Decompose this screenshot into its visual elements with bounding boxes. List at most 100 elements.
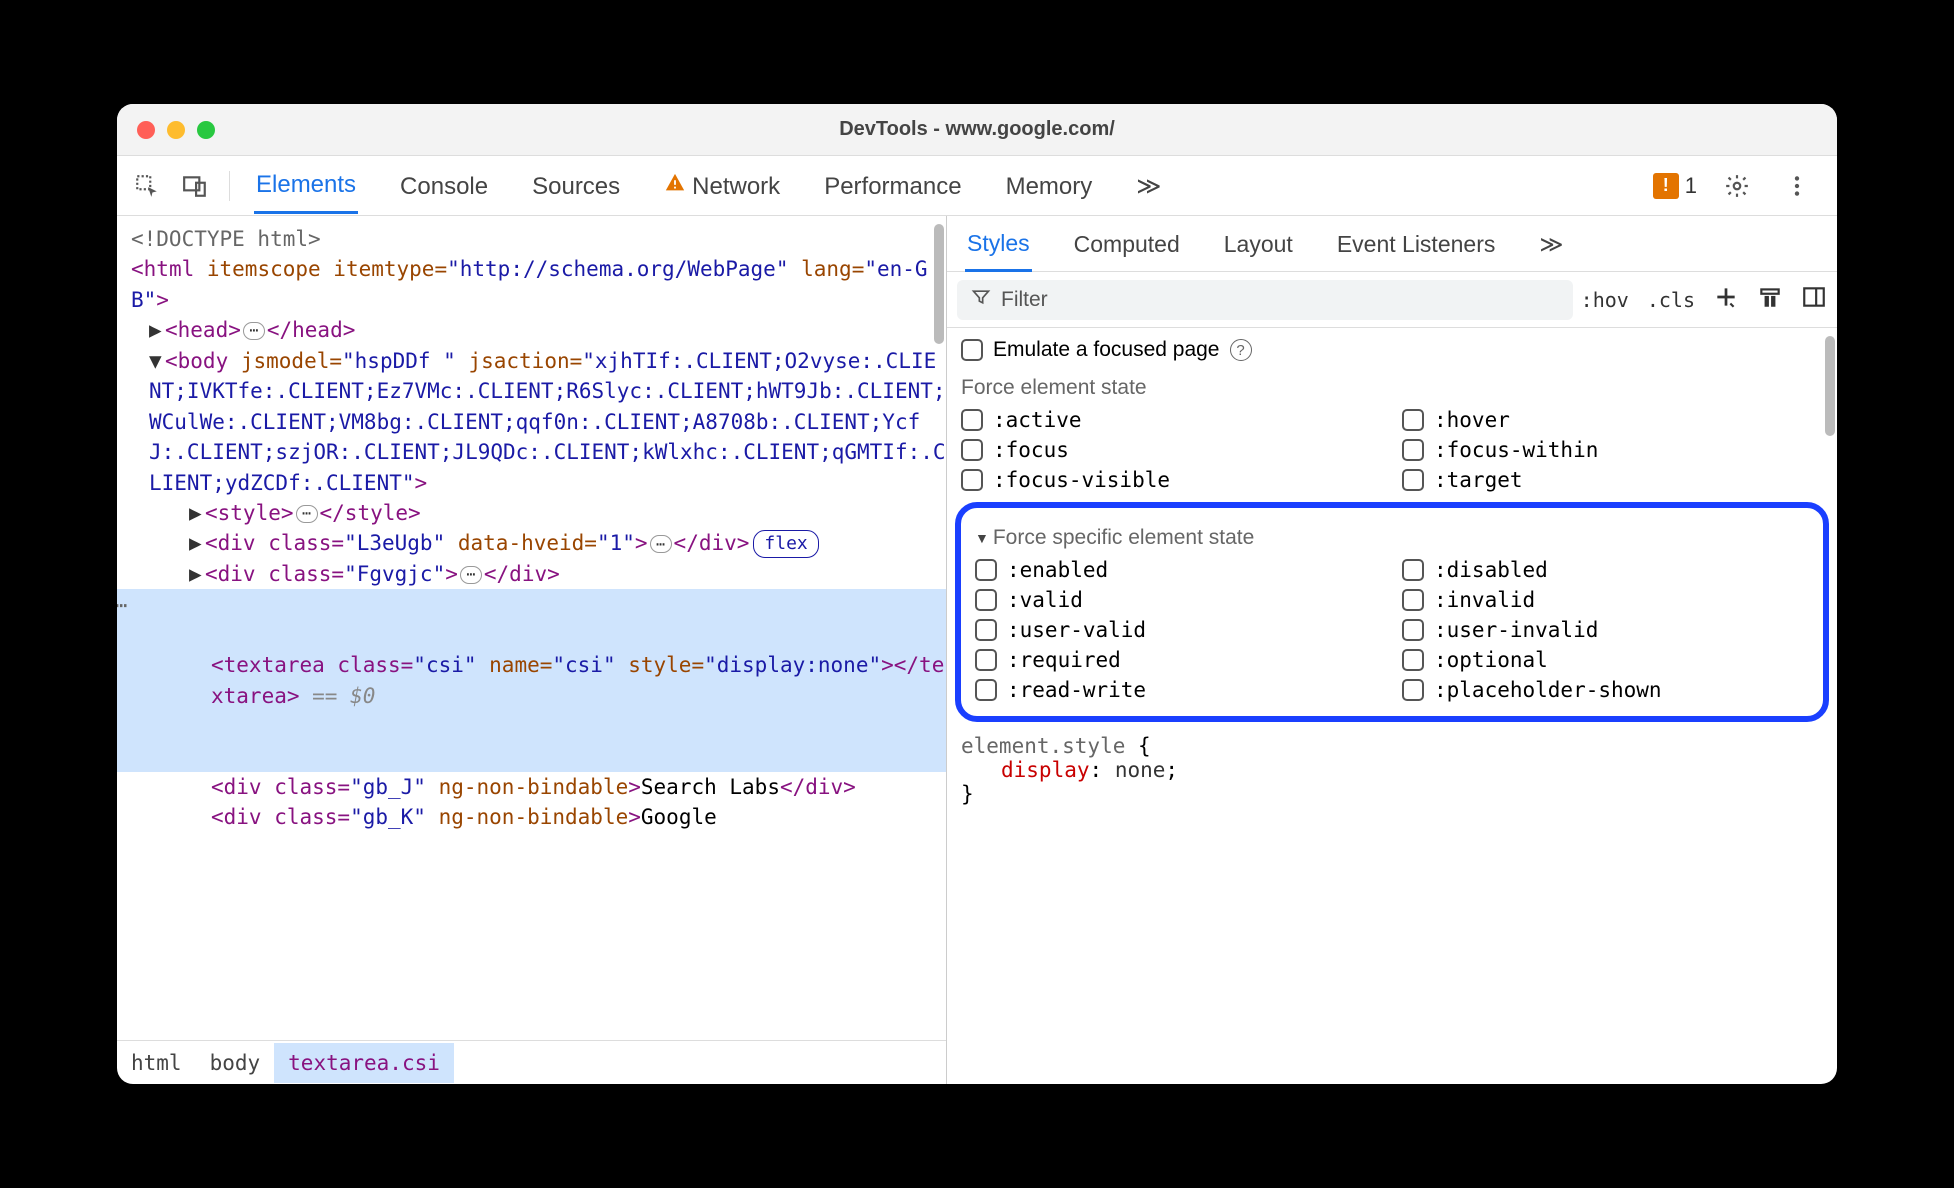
checkbox[interactable] — [975, 559, 997, 581]
zoom-window-button[interactable] — [197, 121, 215, 139]
state-hover[interactable]: :hover — [1402, 408, 1823, 432]
dom-node[interactable]: <!DOCTYPE html> — [131, 224, 946, 254]
state-invalid[interactable]: :invalid — [1402, 588, 1809, 612]
dom-tree[interactable]: <!DOCTYPE html> <html itemscope itemtype… — [117, 216, 946, 1040]
ellipsis-badge[interactable]: ⋯ — [650, 535, 672, 553]
force-state-grid: :active :hover :focus :focus-within :foc… — [961, 408, 1823, 492]
force-state-header: Force element state — [961, 376, 1823, 400]
styles-panel: Styles Computed Layout Event Listeners ≫… — [947, 216, 1837, 1084]
dom-node[interactable]: <div class="gb_J" ng-non-bindable>Search… — [131, 772, 946, 802]
checkbox[interactable] — [975, 679, 997, 701]
styles-body: Emulate a focused page ? Force element s… — [947, 328, 1837, 1084]
breadcrumb-item[interactable]: body — [196, 1043, 275, 1083]
breadcrumb-item[interactable]: html — [117, 1043, 196, 1083]
flex-badge[interactable]: flex — [753, 530, 818, 558]
warning-icon — [664, 172, 686, 201]
checkbox[interactable] — [1402, 469, 1424, 491]
dom-node-selected[interactable]: <textarea class="csi" name="csi" style="… — [117, 589, 946, 772]
checkbox[interactable] — [1402, 439, 1424, 461]
cls-button[interactable]: .cls — [1647, 288, 1695, 312]
tab-event-listeners[interactable]: Event Listeners — [1335, 217, 1498, 270]
state-focus-visible[interactable]: :focus-visible — [961, 468, 1382, 492]
state-user-invalid[interactable]: :user-invalid — [1402, 618, 1809, 642]
specific-state-grid: :enabled :disabled :valid :invalid :user… — [975, 558, 1809, 702]
close-window-button[interactable] — [137, 121, 155, 139]
hov-button[interactable]: :hov — [1581, 288, 1629, 312]
dom-node[interactable]: <div class="gb_K" ng-non-bindable>Google — [131, 802, 946, 832]
filter-input[interactable]: Filter — [957, 280, 1573, 320]
minimize-window-button[interactable] — [167, 121, 185, 139]
help-icon[interactable]: ? — [1230, 339, 1252, 361]
checkbox[interactable] — [975, 589, 997, 611]
styles-tabs: Styles Computed Layout Event Listeners ≫ — [947, 216, 1837, 272]
checkbox[interactable] — [961, 409, 983, 431]
state-focus[interactable]: :focus — [961, 438, 1382, 462]
checkbox[interactable] — [975, 619, 997, 641]
checkbox[interactable] — [961, 469, 983, 491]
state-active[interactable]: :active — [961, 408, 1382, 432]
kebab-menu-icon[interactable] — [1777, 166, 1817, 206]
tab-network[interactable]: Network — [662, 157, 782, 214]
toggle-sidebar-icon[interactable] — [1801, 284, 1827, 315]
tab-elements[interactable]: Elements — [254, 157, 358, 214]
state-target[interactable]: :target — [1402, 468, 1823, 492]
computed-styles-icon[interactable] — [1757, 284, 1783, 315]
tab-performance[interactable]: Performance — [822, 157, 963, 214]
checkbox[interactable] — [1402, 559, 1424, 581]
tab-layout[interactable]: Layout — [1222, 217, 1295, 270]
device-toolbar-icon[interactable] — [175, 166, 215, 206]
dom-node[interactable]: ▶<style>⋯</style> — [131, 498, 946, 528]
style-rule[interactable]: element.style { display: none; } — [961, 734, 1823, 806]
breadcrumb: html body textarea.csi — [117, 1040, 946, 1084]
checkbox[interactable] — [1402, 649, 1424, 671]
more-tabs[interactable]: ≫ — [1537, 217, 1565, 270]
new-style-rule-icon[interactable] — [1713, 284, 1739, 315]
ellipsis-badge[interactable]: ⋯ — [460, 566, 482, 584]
checkbox[interactable] — [961, 439, 983, 461]
state-read-write[interactable]: :read-write — [975, 678, 1382, 702]
devtools-window: DevTools - www.google.com/ Elements Cons… — [117, 104, 1837, 1084]
filter-actions: :hov .cls — [1581, 284, 1827, 315]
ellipsis-badge[interactable]: ⋯ — [243, 322, 265, 340]
checkbox[interactable] — [975, 649, 997, 671]
state-optional[interactable]: :optional — [1402, 648, 1809, 672]
tab-styles[interactable]: Styles — [965, 216, 1032, 272]
state-placeholder-shown[interactable]: :placeholder-shown — [1402, 678, 1809, 702]
state-disabled[interactable]: :disabled — [1402, 558, 1809, 582]
dom-node[interactable]: ▶<div class="L3eUgb" data-hveid="1">⋯</d… — [131, 528, 946, 558]
issue-badge-icon: ! — [1653, 173, 1679, 199]
dom-node[interactable]: ▼<body jsmodel="hspDDf " jsaction="xjhTI… — [131, 346, 946, 498]
state-required[interactable]: :required — [975, 648, 1382, 672]
tab-sources[interactable]: Sources — [530, 157, 622, 214]
triangle-down-icon: ▼ — [975, 530, 989, 546]
ellipsis-badge[interactable]: ⋯ — [296, 505, 318, 523]
specific-state-header[interactable]: ▼Force specific element state — [975, 526, 1809, 550]
dom-node[interactable]: ▶<div class="Fgvgjc">⋯</div> — [131, 559, 946, 589]
issues-button[interactable]: ! 1 — [1653, 173, 1697, 199]
state-enabled[interactable]: :enabled — [975, 558, 1382, 582]
checkbox[interactable] — [1402, 409, 1424, 431]
content-area: <!DOCTYPE html> <html itemscope itemtype… — [117, 216, 1837, 1084]
breadcrumb-item[interactable]: textarea.csi — [274, 1043, 454, 1083]
filter-bar: Filter :hov .cls — [947, 272, 1837, 328]
state-valid[interactable]: :valid — [975, 588, 1382, 612]
state-focus-within[interactable]: :focus-within — [1402, 438, 1823, 462]
dom-node[interactable]: ▶<head>⋯</head> — [131, 315, 946, 345]
inspect-element-icon[interactable] — [127, 166, 167, 206]
filter-icon — [971, 287, 991, 313]
checkbox[interactable] — [1402, 679, 1424, 701]
dom-node[interactable]: <html itemscope itemtype="http://schema.… — [131, 254, 946, 315]
window-title: DevTools - www.google.com/ — [117, 118, 1837, 141]
main-tabs: Elements Console Sources Network Perform… — [244, 157, 1645, 214]
tab-console[interactable]: Console — [398, 157, 490, 214]
checkbox[interactable] — [1402, 619, 1424, 641]
highlighted-section: ▼Force specific element state :enabled :… — [955, 502, 1829, 722]
tab-memory[interactable]: Memory — [1004, 157, 1095, 214]
state-user-valid[interactable]: :user-valid — [975, 618, 1382, 642]
settings-icon[interactable] — [1717, 166, 1757, 206]
checkbox[interactable] — [1402, 589, 1424, 611]
checkbox[interactable] — [961, 339, 983, 361]
scrollbar[interactable] — [1825, 336, 1835, 436]
tab-computed[interactable]: Computed — [1072, 217, 1182, 270]
more-tabs[interactable]: ≫ — [1134, 157, 1163, 214]
